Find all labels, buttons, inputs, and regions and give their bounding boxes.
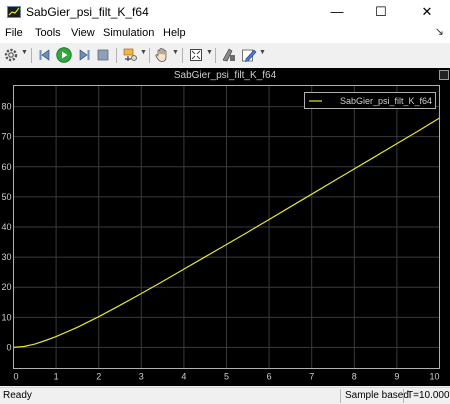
x-tick-label: 4 [181, 372, 186, 382]
line-chart: 0 1 2 3 4 5 6 7 8 9 10 0 10 20 30 40 50 60 70 80 SabGier_ps… [1, 85, 440, 382]
legend[interactable]: SabGier_psi_filt_K_f64 [304, 92, 436, 109]
fit-dropdown-icon[interactable]: ▼ [206, 49, 213, 56]
y-tick-label: 60 [1, 162, 11, 172]
edit-dropdown-icon[interactable]: ▼ [259, 49, 266, 56]
pan-dropdown-icon[interactable]: ▼ [172, 49, 179, 56]
menu-help[interactable]: Help [163, 26, 186, 41]
x-tick-label: 7 [309, 372, 314, 382]
highlight-icon[interactable] [121, 46, 139, 64]
window-title: SabGier_psi_filt_K_f64 [26, 5, 149, 19]
x-tick-label: 0 [14, 372, 19, 382]
status-bar: Ready Sample based T=10.000 [0, 387, 450, 404]
status-sim-time: T=10.000 [407, 390, 450, 401]
title-bar: SabGier_psi_filt_K_f64 — ☐ ✕ [0, 0, 450, 24]
toolbar-divider [31, 48, 32, 63]
menu-file[interactable]: File [5, 26, 23, 41]
scope-app-icon [7, 6, 21, 18]
x-tick-label: 3 [139, 372, 144, 382]
y-tick-label: 50 [1, 192, 11, 202]
fit-to-view-icon[interactable] [187, 46, 205, 64]
step-forward-icon[interactable] [75, 46, 93, 64]
menu-view[interactable]: View [71, 26, 95, 41]
y-tick-label: 70 [1, 132, 11, 142]
y-tick-label: 40 [1, 222, 11, 232]
toolbar-divider [182, 48, 183, 63]
gear-dropdown-icon[interactable]: ▼ [21, 49, 28, 56]
status-divider [340, 389, 341, 403]
toolbar-divider [149, 48, 150, 63]
x-tick-label: 9 [394, 372, 399, 382]
close-button[interactable]: ✕ [404, 0, 450, 24]
undock-arrow-icon[interactable]: ↘ [435, 25, 444, 38]
maximize-button[interactable]: ☐ [358, 0, 404, 24]
y-tick-label: 30 [1, 252, 11, 262]
y-tick-label: 20 [1, 282, 11, 292]
legend-label: SabGier_psi_filt_K_f64 [340, 96, 432, 106]
minimize-button[interactable]: — [314, 0, 360, 24]
toolbar-divider [215, 48, 216, 63]
menu-simulation[interactable]: Simulation [103, 26, 154, 41]
status-ready: Ready [3, 390, 32, 401]
y-tick-label: 80 [1, 102, 11, 112]
style-icon[interactable] [220, 46, 238, 64]
menu-bar: File Tools View Simulation Help ↘ [0, 24, 450, 43]
x-tick-label: 6 [267, 372, 272, 382]
x-tick-label: 5 [224, 372, 229, 382]
x-tick-label: 2 [96, 372, 101, 382]
status-divider [403, 389, 404, 403]
x-tick-label: 10 [429, 372, 439, 382]
y-tick-label: 0 [6, 342, 11, 352]
x-tick-label: 8 [352, 372, 357, 382]
x-tick-label: 1 [54, 372, 59, 382]
pan-icon[interactable] [153, 46, 171, 64]
status-sample-mode: Sample based [345, 390, 409, 401]
step-back-icon[interactable] [36, 46, 54, 64]
edit-icon[interactable] [240, 46, 258, 64]
toolbar: ▼ ▼ ▼ ▼ ▼ [0, 43, 450, 69]
toolbar-divider [116, 48, 117, 63]
y-tick-label: 10 [1, 312, 11, 322]
stop-icon[interactable] [94, 46, 112, 64]
gear-icon[interactable] [2, 46, 20, 64]
highlight-dropdown-icon[interactable]: ▼ [140, 49, 147, 56]
run-icon[interactable] [55, 46, 73, 64]
menu-tools[interactable]: Tools [35, 26, 61, 41]
